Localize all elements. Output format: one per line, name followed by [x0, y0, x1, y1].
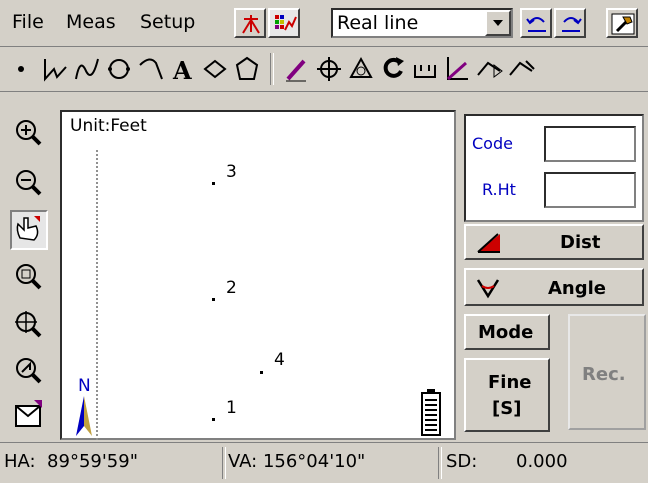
dist-button[interactable]: Dist	[464, 224, 644, 260]
toolbar-separator	[270, 53, 274, 85]
menu-meas[interactable]: Meas	[62, 8, 120, 36]
trim-tool-icon[interactable]	[506, 53, 536, 85]
fine-label: Fine	[488, 372, 532, 393]
slope-distance-value: 0.000	[516, 451, 568, 472]
graph-view-button[interactable]	[268, 8, 300, 38]
zoom-extents-icon[interactable]	[12, 354, 46, 388]
survey-point-3[interactable]	[212, 182, 215, 185]
vertical-angle-readout: VA: 156°04'10"	[228, 451, 366, 472]
arc-tool-icon[interactable]	[136, 53, 166, 85]
zoom-out-icon[interactable]	[12, 166, 46, 200]
north-label: N	[78, 376, 91, 396]
dropdown-button[interactable]	[485, 10, 511, 36]
offset-tool-icon[interactable]	[410, 53, 440, 85]
rotate-tool-icon[interactable]	[378, 53, 408, 85]
area-tool-icon[interactable]	[346, 53, 376, 85]
drawing-toolbar: A	[0, 47, 648, 92]
survey-point-1[interactable]	[212, 418, 215, 421]
angle-label: Angle	[548, 278, 607, 299]
chevron-down-icon	[493, 20, 503, 26]
zoom-center-icon[interactable]	[12, 308, 46, 342]
zoom-in-icon[interactable]	[12, 116, 46, 150]
fine-sub-label: [S]	[492, 398, 522, 419]
rec-label: Rec.	[582, 364, 626, 385]
svg-text:A: A	[172, 56, 192, 85]
tripod-icon	[242, 15, 260, 34]
north-axis-line	[96, 150, 98, 440]
menu-file[interactable]: File	[8, 8, 48, 36]
mode-label: Mode	[478, 322, 534, 343]
dist-label: Dist	[560, 232, 601, 253]
angle-measure-icon[interactable]	[442, 53, 472, 85]
distance-icon	[477, 233, 500, 253]
hammer-icon	[611, 13, 635, 35]
menu-bar: File Meas Setup Real line	[0, 0, 648, 47]
layer-settings-icon[interactable]	[12, 398, 46, 432]
point-label-3: 3	[226, 162, 237, 182]
line-type-value: Real line	[337, 12, 419, 34]
angle-icon	[476, 279, 500, 299]
pan-tool-button[interactable]	[10, 210, 48, 250]
unit-label: Unit:Feet	[70, 116, 147, 136]
record-button[interactable]: Rec.	[568, 314, 646, 430]
status-separator	[222, 447, 226, 479]
point-info-box: Code R.Ht	[464, 114, 644, 222]
station-setup-button[interactable]	[234, 8, 266, 38]
measurement-panel: Code R.Ht Dist Angle Mode Fine [S] Rec.	[458, 110, 648, 440]
curve-tool-icon[interactable]	[72, 53, 102, 85]
pentagon-tool-icon[interactable]	[232, 53, 262, 85]
rht-input[interactable]	[544, 172, 636, 208]
menu-setup[interactable]: Setup	[136, 8, 199, 36]
diamond-tool-icon[interactable]	[200, 53, 230, 85]
circle-tool-icon[interactable]	[104, 53, 134, 85]
hand-pan-icon	[16, 216, 40, 241]
rht-label: R.Ht	[482, 180, 516, 199]
text-tool-icon[interactable]: A	[168, 53, 198, 85]
north-arrow-icon	[76, 396, 92, 436]
extend-tool-icon[interactable]	[474, 53, 504, 85]
slope-distance-label: SD:	[446, 451, 478, 472]
angle-button[interactable]: Angle	[464, 268, 644, 306]
undo-button[interactable]	[520, 8, 552, 38]
redo-icon	[562, 17, 582, 32]
horizontal-angle-readout: HA: 89°59'59"	[4, 451, 138, 472]
status-separator	[438, 447, 442, 479]
status-bar: HA: 89°59'59" VA: 156°04'10" SD: 0.000	[0, 442, 648, 483]
code-label: Code	[472, 134, 513, 153]
point-label-1: 1	[226, 398, 237, 418]
battery-icon	[421, 389, 441, 436]
move-tool-icon[interactable]	[314, 53, 344, 85]
code-input[interactable]	[544, 126, 636, 162]
line-type-select[interactable]: Real line	[331, 8, 513, 38]
survey-canvas[interactable]: Unit:Feet 3 2 4 1 N	[60, 110, 456, 440]
survey-point-2[interactable]	[212, 298, 215, 301]
undo-icon	[526, 17, 546, 32]
fine-button[interactable]: Fine [S]	[464, 358, 550, 432]
chart-color-icon	[275, 15, 297, 31]
survey-point-4[interactable]	[260, 371, 263, 374]
point-label-4: 4	[274, 350, 285, 370]
redo-button[interactable]	[554, 8, 586, 38]
mode-button[interactable]: Mode	[464, 314, 550, 350]
exit-button[interactable]	[606, 8, 638, 38]
polyline-tool-icon[interactable]	[40, 53, 70, 85]
pen-edit-icon[interactable]	[282, 53, 312, 85]
view-toolbar	[0, 92, 60, 440]
zoom-window-icon[interactable]	[12, 260, 46, 294]
point-label-2: 2	[226, 278, 237, 298]
point-tool-icon[interactable]	[6, 53, 36, 85]
